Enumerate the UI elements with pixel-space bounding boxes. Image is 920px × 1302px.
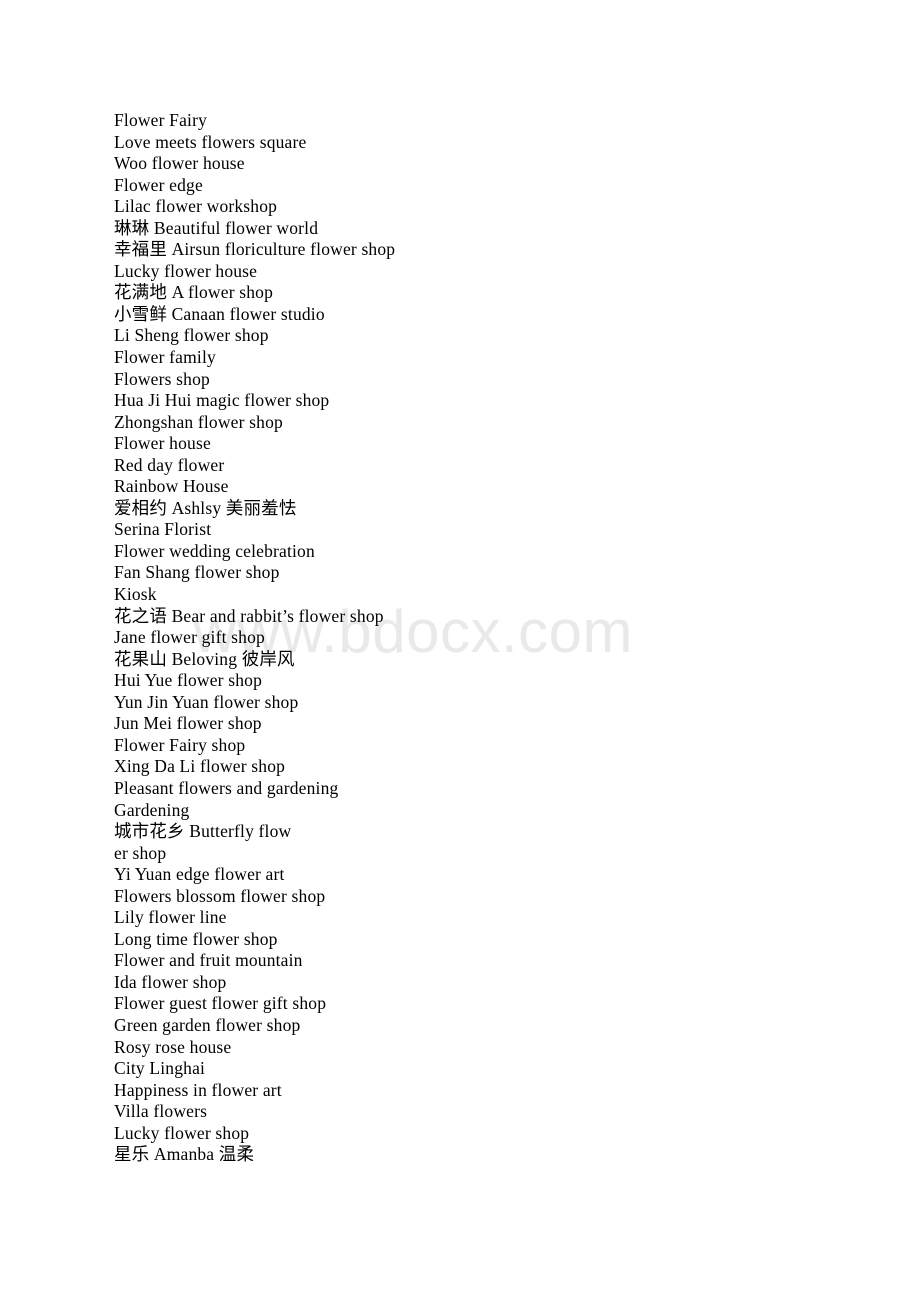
text-line: Flower house	[114, 433, 211, 454]
text-line: Green garden flower shop	[114, 1014, 301, 1035]
text-line: Hua Ji Hui magic flower shop	[114, 390, 330, 411]
text-line: Flower wedding celebration	[114, 540, 315, 561]
text-line: er shop	[114, 842, 167, 863]
text-line: Flower family	[114, 347, 216, 368]
text-line: Flower edge	[114, 174, 203, 195]
text-line: Lily flower line	[114, 907, 227, 928]
text-line: Xing Da Li flower shop	[114, 756, 286, 777]
text-line: Villa flowers	[114, 1101, 208, 1122]
text-line: Gardening	[114, 799, 190, 820]
text-line: Flower Fairy	[114, 110, 207, 130]
text-line: Flowers shop	[114, 368, 210, 389]
text-line: Rainbow House	[114, 476, 229, 497]
text-line: Flower Fairy shop	[114, 734, 246, 755]
text-line: Kiosk	[114, 584, 157, 605]
text-line: 花满地 A flower shop	[114, 282, 274, 303]
text-line: Flower and fruit mountain	[114, 950, 303, 971]
text-line: Ida flower shop	[114, 971, 227, 992]
text-line: Woo flower house	[114, 153, 245, 174]
text-line: Long time flower shop	[114, 928, 278, 949]
text-line: Hui Yue flower shop	[114, 670, 262, 691]
text-line: Rosy rose house	[114, 1036, 232, 1057]
text-line: 花果山 Beloving 彼岸风	[114, 648, 295, 669]
text-line: 星乐 Amanba 温柔	[114, 1144, 255, 1165]
text-line: Pleasant flowers and gardening	[114, 777, 339, 798]
text-line: Jun Mei flower shop	[114, 713, 262, 734]
text-line: Fan Shang flower shop	[114, 562, 280, 583]
text-line: 爱相约 Ashlsy 美丽羞怯	[114, 497, 297, 518]
text-line: 幸福里 Airsun floriculture flower shop	[114, 239, 396, 260]
text-line: Red day flower	[114, 454, 225, 475]
text-line: 琳琳 Beautiful flower world	[114, 217, 319, 238]
text-line: Yi Yuan edge flower art	[114, 864, 285, 885]
text-line: Jane flower gift shop	[114, 627, 265, 648]
text-line: Happiness in flower art	[114, 1079, 282, 1100]
text-line: 花之语 Bear and rabbit’s flower shop	[114, 605, 384, 626]
text-line: Flowers blossom flower shop	[114, 885, 326, 906]
text-line: Lucky flower house	[114, 260, 258, 281]
text-line: Serina Florist	[114, 519, 212, 540]
text-line: Love meets flowers square	[114, 131, 307, 152]
text-line: Lucky flower shop	[114, 1122, 250, 1143]
document-text-body: Flower Fairy Love meets flowers square Woo…	[114, 110, 814, 1166]
text-line: Li Sheng flower shop	[114, 325, 269, 346]
text-line: 城市花乡 Butterfly flow	[114, 821, 292, 842]
text-line: Zhongshan flower shop	[114, 411, 283, 432]
text-line: Flower guest flower gift shop	[114, 993, 327, 1014]
text-line: Lilac flower workshop	[114, 196, 278, 217]
text-line: 小雪鲜 Canaan flower studio	[114, 303, 325, 324]
text-line: Yun Jin Yuan flower shop	[114, 691, 299, 712]
document-page: www.bdocx.com Flower Fairy Love meets flo…	[0, 0, 920, 1302]
text-line: City Linghai	[114, 1058, 206, 1079]
